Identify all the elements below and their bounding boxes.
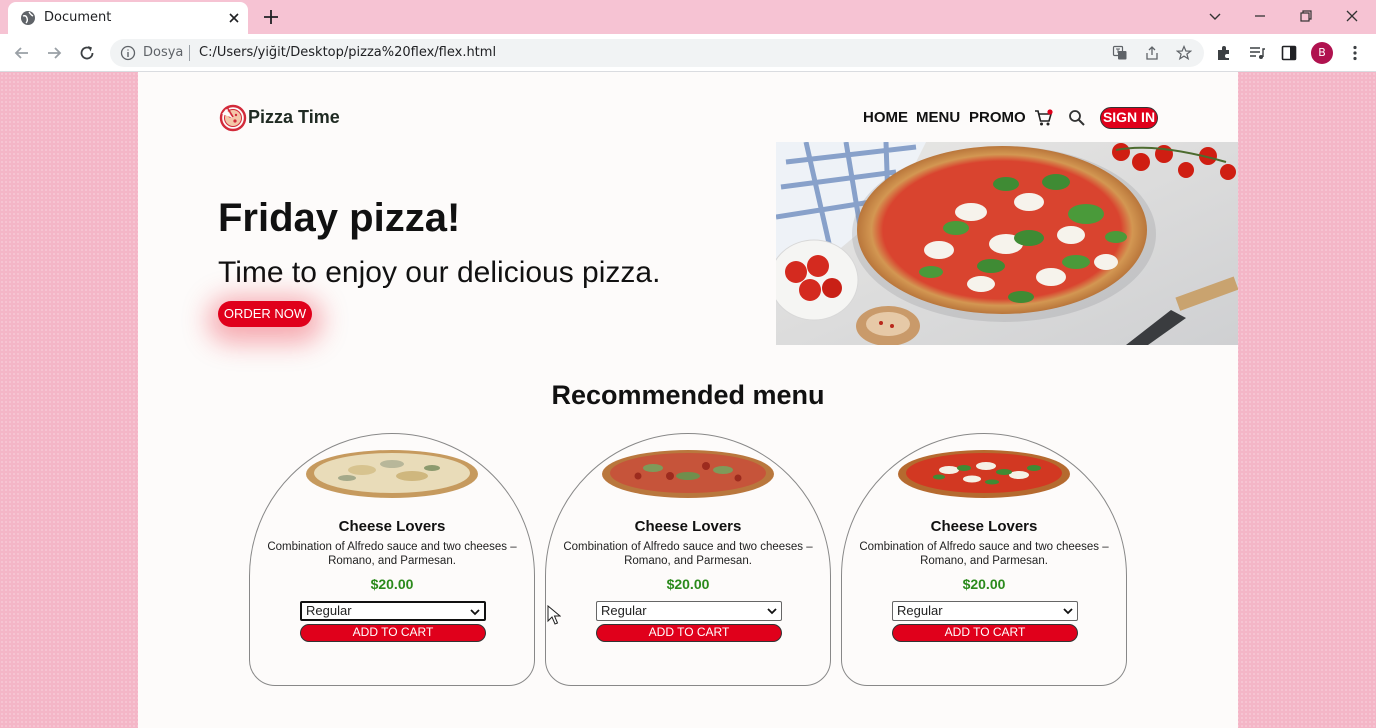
tab-title: Document: [44, 10, 112, 25]
address-bar[interactable]: Dosya C:/Users/yiğit/Desktop/pizza%20fle…: [110, 39, 1204, 67]
add-to-cart-button[interactable]: ADD TO CART: [892, 624, 1078, 642]
share-icon[interactable]: [1144, 45, 1160, 61]
cart-icon[interactable]: [1034, 108, 1054, 128]
side-panel-icon[interactable]: [1280, 44, 1298, 62]
menu-card: Cheese Lovers Combination of Alfredo sau…: [841, 433, 1127, 686]
mouse-cursor-icon: [547, 605, 561, 625]
new-tab-icon[interactable]: [262, 8, 280, 26]
add-to-cart-button[interactable]: ADD TO CART: [300, 624, 486, 642]
nav-home[interactable]: HOME: [863, 109, 908, 126]
pizza-image: [306, 450, 478, 498]
sign-in-button[interactable]: SIGN IN: [1100, 107, 1158, 129]
card-price: $20.00: [666, 576, 710, 592]
pizza-image: [898, 450, 1070, 498]
browser-toolbar: Dosya C:/Users/yiğit/Desktop/pizza%20fle…: [0, 34, 1376, 72]
hero-title: Friday pizza!: [218, 196, 461, 240]
nav-promo[interactable]: PROMO: [969, 109, 1026, 126]
tab-search-chevron-icon[interactable]: [1205, 6, 1225, 26]
kebab-menu-icon[interactable]: [1346, 44, 1364, 62]
profile-avatar[interactable]: B: [1311, 42, 1333, 64]
search-icon[interactable]: [1068, 109, 1086, 127]
size-select-value: Regular: [897, 603, 943, 618]
hero-pizza-image: [776, 142, 1238, 345]
brand-name[interactable]: Pizza Time: [248, 107, 340, 128]
card-title: Cheese Lovers: [634, 518, 742, 535]
bookmark-star-icon[interactable]: [1176, 45, 1192, 61]
card-price: $20.00: [370, 576, 414, 592]
translate-icon[interactable]: [1112, 45, 1128, 61]
back-icon[interactable]: [12, 43, 32, 63]
address-url[interactable]: C:/Users/yiğit/Desktop/pizza%20flex/flex…: [199, 45, 496, 60]
size-select[interactable]: Regular: [300, 601, 486, 621]
chevron-down-icon: [1063, 608, 1073, 615]
close-window-icon[interactable]: [1342, 6, 1362, 26]
size-select[interactable]: Regular: [892, 601, 1078, 621]
extensions-puzzle-icon[interactable]: [1215, 44, 1233, 62]
nav-menu[interactable]: MENU: [916, 109, 960, 126]
pizza-image: [602, 450, 774, 498]
info-icon[interactable]: [120, 45, 136, 61]
globe-icon: [21, 11, 35, 25]
order-now-button[interactable]: ORDER NOW: [218, 301, 312, 327]
card-description: Combination of Alfredo sauce and two che…: [563, 541, 813, 567]
hero-subtitle: Time to enjoy our delicious pizza.: [218, 256, 661, 289]
menu-card: Cheese Lovers Combination of Alfredo sau…: [249, 433, 535, 686]
pizza-logo-icon: [219, 104, 247, 132]
forward-icon[interactable]: [44, 43, 64, 63]
tab-strip: Document: [0, 0, 1376, 34]
address-divider: [189, 45, 190, 61]
browser-tab[interactable]: Document: [8, 2, 248, 34]
close-tab-icon[interactable]: [226, 10, 242, 26]
size-select-value: Regular: [601, 603, 647, 618]
card-description: Combination of Alfredo sauce and two che…: [267, 541, 517, 567]
card-title: Cheese Lovers: [338, 518, 446, 535]
media-queue-icon[interactable]: [1248, 44, 1266, 62]
restore-icon[interactable]: [1296, 6, 1316, 26]
minimize-icon[interactable]: [1250, 6, 1270, 26]
size-select[interactable]: Regular: [596, 601, 782, 621]
chevron-down-icon: [767, 608, 777, 615]
recommended-title: Recommended menu: [551, 380, 825, 410]
reload-icon[interactable]: [77, 43, 97, 63]
menu-card: Cheese Lovers Combination of Alfredo sau…: [545, 433, 831, 686]
size-select-value: Regular: [306, 603, 352, 618]
card-description: Combination of Alfredo sauce and two che…: [859, 541, 1109, 567]
add-to-cart-button[interactable]: ADD TO CART: [596, 624, 782, 642]
address-prefix: Dosya: [143, 45, 184, 60]
page-container: Pizza Time HOME MENU PROMO SIGN IN Frida…: [138, 72, 1238, 728]
card-title: Cheese Lovers: [930, 518, 1038, 535]
card-price: $20.00: [962, 576, 1006, 592]
chevron-down-icon: [470, 609, 480, 616]
